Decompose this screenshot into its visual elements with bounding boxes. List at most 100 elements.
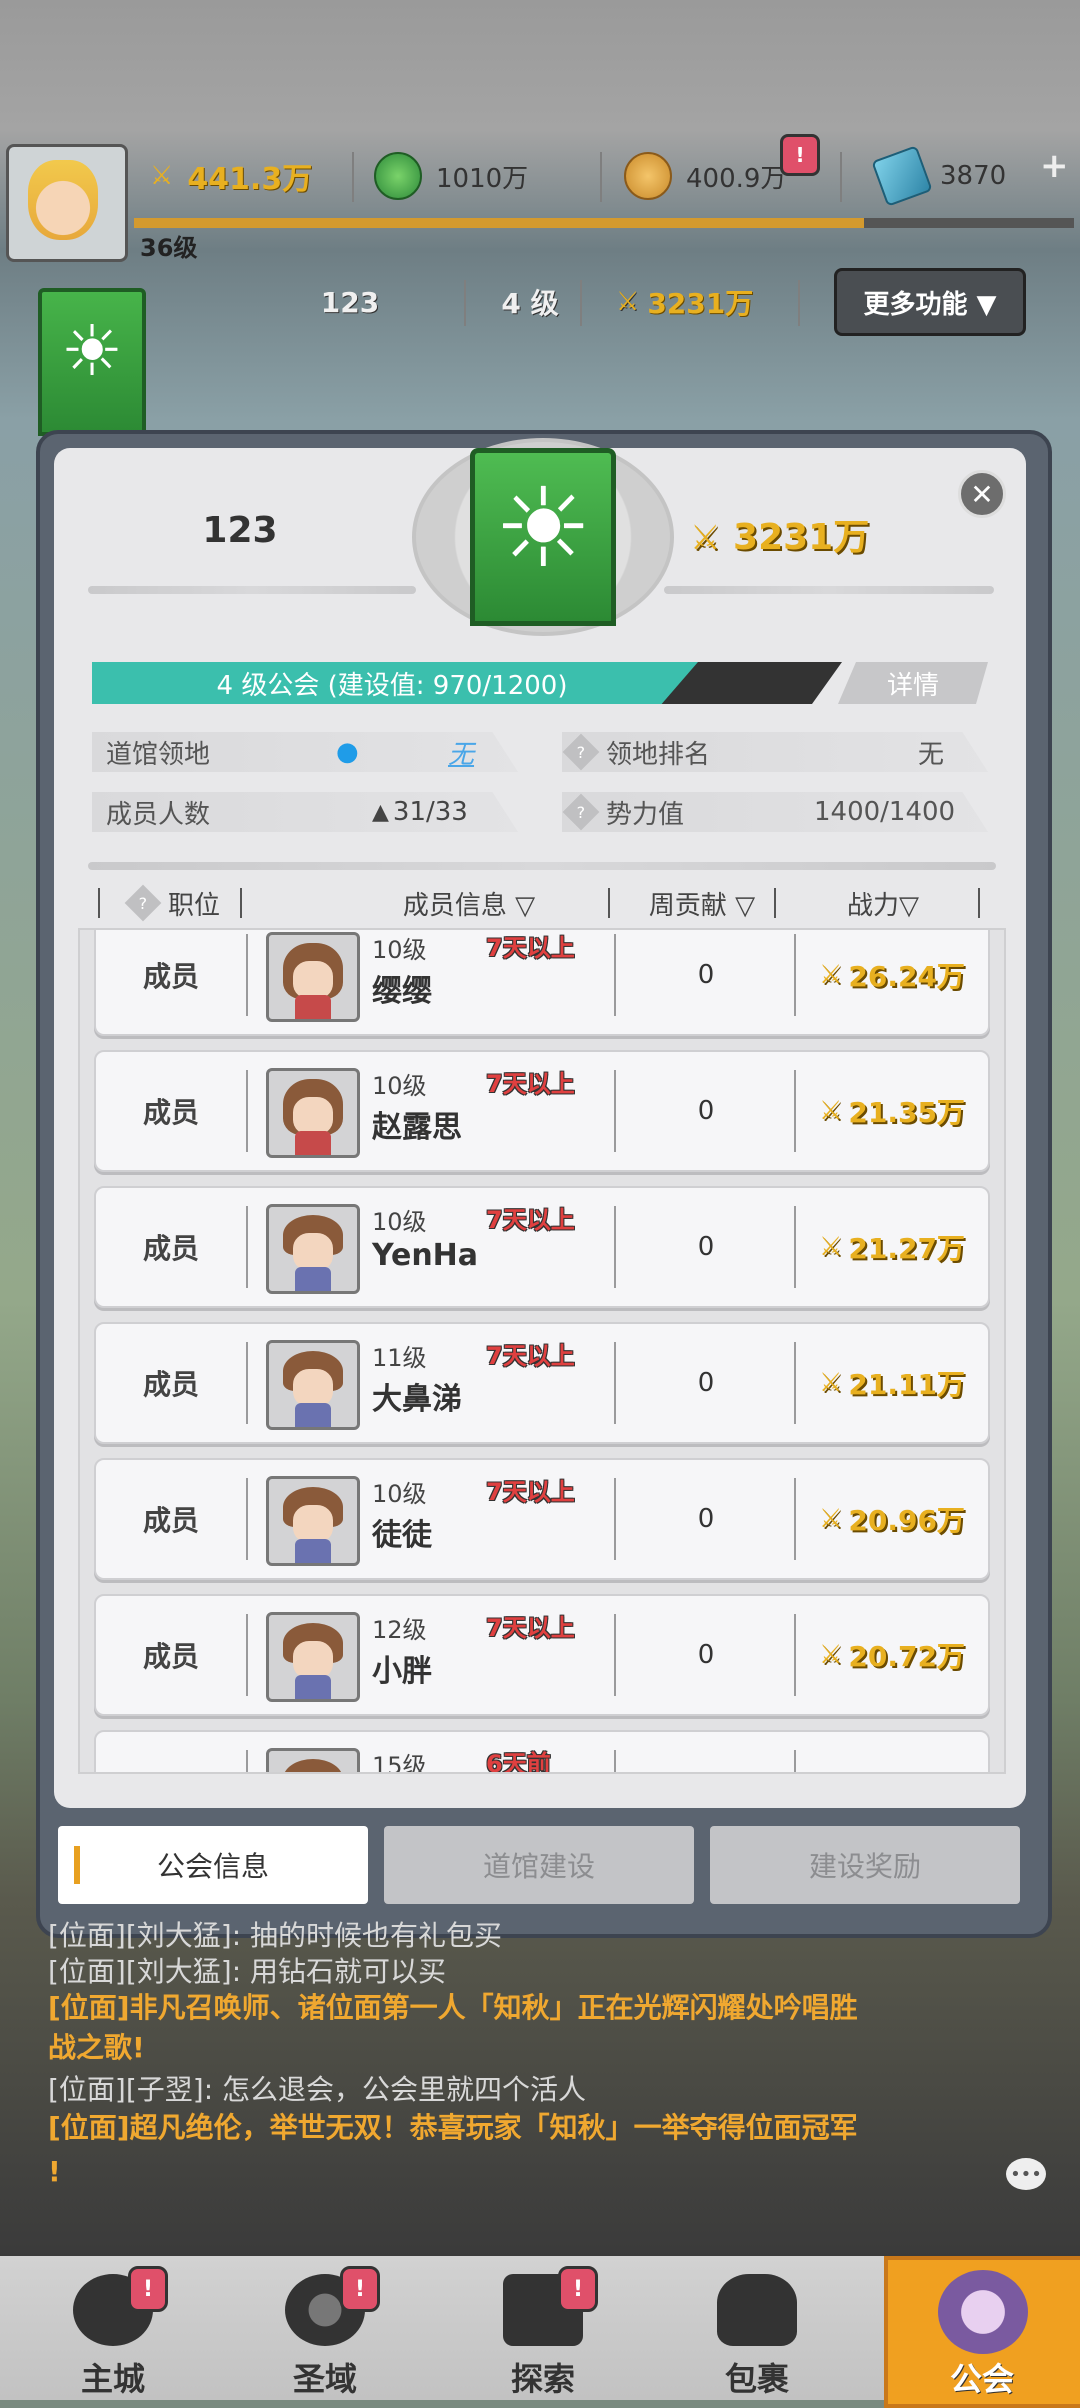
member-row[interactable]: 成员 11级 大鼻涕 7天以上 0 ⚔ 21.11万 [94,1322,990,1444]
member-contribution: 0 [697,1504,715,1534]
member-row[interactable]: 成员 12级 小胖 7天以上 0 ⚔ 20.72万 [94,1594,990,1716]
chat-bubble-icon[interactable]: ••• [1006,2158,1046,2190]
member-avatar[interactable] [266,1476,360,1566]
xp-bar-fill [134,218,864,228]
alert-badge-icon: ! [780,134,820,176]
guild-name: 123 [202,510,278,551]
member-last-online: 6天前 [486,1750,551,1774]
member-last-online: 7天以上 [486,1478,575,1506]
divider-right [664,586,994,594]
member-avatar[interactable] [266,1204,360,1294]
member-contribution: 0 [697,1640,715,1670]
member-row[interactable]: 15级 6天前 [94,1730,990,1774]
member-row[interactable]: 成员 10级 YenHa 7天以上 0 ⚔ 21.27万 [94,1186,990,1308]
member-avatar[interactable] [266,1748,360,1772]
member-level: 10级 [372,1072,427,1100]
member-role [96,1732,246,1772]
chat-line: [位面]非凡召唤师、诸位面第一人「知秋」正在光辉闪耀处吟唱胜 [48,1991,858,2024]
member-name: 缨缨 [372,974,432,1009]
member-power: ⚔ 21.27万 [819,1232,965,1265]
member-last-online: 7天以上 [486,1614,575,1642]
nav-guild[interactable]: 公会 [884,2256,1080,2408]
member-contribution [616,1732,796,1772]
player-level: 36级 [140,234,198,262]
member-contribution: 0 [697,1096,715,1126]
diamond-resource[interactable]: 3870 [871,145,1006,207]
column-role[interactable]: ? 职位 [112,880,232,926]
player-avatar-face [28,160,98,240]
detail-button[interactable]: 详情 [838,662,988,704]
sword-icon: ⚔ [819,1232,843,1262]
chat-line: [位面]超凡绝伦，举世无双！恭喜玩家「知秋」一举夺得位面冠军 [48,2111,858,2144]
active-tab-marker [74,1846,80,1884]
guild-header-level: 4 级 [501,287,559,320]
member-power: ⚔ 21.35万 [819,1096,965,1129]
sword-icon: ⚔ [150,161,174,191]
member-name: 徒徒 [372,1518,432,1553]
close-button[interactable]: ✕ [958,470,1006,518]
member-contribution: 0 [697,1368,715,1398]
question-diamond-icon: ? [562,733,600,771]
nav-bag[interactable]: 包裹 [672,2260,842,2400]
gold-coin-resource[interactable]: 400.9万 [624,146,786,206]
divider [798,280,800,326]
member-avatar[interactable] [266,1612,360,1702]
player-power: ⚔ 441.3万 [150,161,313,197]
sword-icon: ⚔ [690,518,721,558]
member-avatar[interactable] [266,1068,360,1158]
chat-line: 战之歌! [48,2031,145,2064]
territory-row: 道馆领地 ● 无 [92,732,518,772]
nav-main-city[interactable]: ! 主城 [28,2260,198,2400]
divider [580,280,582,326]
tab-build-reward[interactable]: 建设奖励 [710,1826,1020,1904]
sword-icon: ⚔ [819,1504,843,1534]
member-avatar[interactable] [266,932,360,1022]
member-name: 小胖 [372,1654,432,1689]
alert-badge-icon: ! [128,2266,168,2312]
add-diamond-icon[interactable]: + [1040,146,1069,186]
green-coin-resource[interactable]: 1010万 [374,146,528,206]
more-functions-button[interactable]: 更多功能 ▼ [834,268,1026,336]
gold-coin-icon [624,152,672,200]
member-table-header: ? 职位 成员信息 ▽ 周贡献 ▽ 战力▽ [92,880,988,926]
nav-explore[interactable]: ! 探索 [458,2260,628,2400]
nav-holy-land[interactable]: ! 圣域 [240,2260,410,2400]
tab-dojo-build[interactable]: 道馆建设 [384,1826,694,1904]
member-power: ⚔ 21.11万 [819,1368,965,1401]
divider [600,152,602,202]
diamond-icon [871,145,933,207]
member-contribution: 0 [697,1232,715,1262]
member-last-online: 7天以上 [486,1206,575,1234]
divider [840,152,842,202]
member-name: 赵露思 [372,1110,462,1145]
alert-badge-icon: ! [558,2266,598,2312]
member-row[interactable]: 成员 10级 徒徒 7天以上 0 ⚔ 20.96万 [94,1458,990,1580]
question-diamond-icon: ? [562,793,600,831]
tab-guild-info[interactable]: 公会信息 [58,1826,368,1904]
member-level: 10级 [372,936,427,964]
member-avatar[interactable] [266,1340,360,1430]
guild-header-power: ⚔ 3231万 [616,287,754,320]
member-role: 成员 [142,1368,199,1401]
user-icon: ▲ [372,799,389,825]
divider-left [88,586,416,594]
chat-line: ! [48,2155,61,2188]
members-row: 成员人数 ▲ 31/33 [92,792,518,832]
influence-row: ? 势力值 1400/1400 [562,792,988,832]
member-row[interactable]: 成员 10级 缨缨 7天以上 0 ⚔ 26.24万 [94,930,990,1036]
column-power[interactable]: 战力▽ [778,880,988,926]
guild-header-name: 123 [320,285,380,319]
member-role: 成员 [142,1096,199,1129]
member-power: ⚔ 20.96万 [819,1504,965,1537]
territory-value[interactable]: 无 [448,734,474,771]
location-pin-icon: ● [336,737,359,767]
member-level: 10级 [372,1208,427,1236]
territory-rank-row: ? 领地排名 无 [562,732,988,772]
column-weekly-contribution[interactable]: 周贡献 ▽ [612,880,792,926]
close-icon: ✕ [970,477,994,511]
member-name: YenHa [372,1238,479,1273]
member-list[interactable]: 成员 10级 缨缨 7天以上 0 ⚔ 26.24万 成员 10级 赵露思 7天以上 0 ⚔ 21.35万成… [78,928,1006,1774]
member-row[interactable]: 成员 10级 赵露思 7天以上 0 ⚔ 21.35万 [94,1050,990,1172]
green-coin-icon [374,152,422,200]
divider [464,280,466,326]
